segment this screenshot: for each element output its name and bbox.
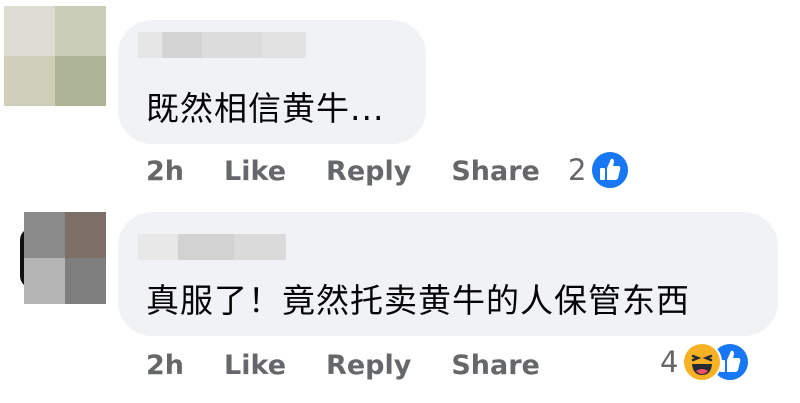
- avatar[interactable]: [24, 212, 106, 304]
- reaction-count: 2: [568, 153, 587, 187]
- timestamp[interactable]: 2h: [146, 156, 184, 187]
- avatar-pixel: [65, 212, 106, 258]
- avatar-pixel: [55, 6, 106, 56]
- reaction-count: 4: [660, 345, 679, 379]
- reaction-summary[interactable]: 4: [660, 342, 751, 382]
- reaction-summary[interactable]: 2: [568, 150, 631, 190]
- comment-text: 真服了！竟然托卖黄牛的人保管东西: [146, 281, 690, 320]
- comment-actions: 2h Like Reply Share: [146, 156, 580, 187]
- comment-bubble: 真服了！竟然托卖黄牛的人保管东西: [118, 212, 778, 336]
- comment-actions: 2h Like Reply Share: [146, 350, 580, 381]
- avatar-pixel: [24, 212, 65, 258]
- share-button[interactable]: Share: [451, 156, 540, 187]
- reply-button[interactable]: Reply: [326, 156, 411, 187]
- avatar-pixel: [4, 6, 55, 56]
- haha-icon: [682, 342, 723, 382]
- comment-text: 既然相信黄牛...: [146, 89, 385, 128]
- avatar[interactable]: [4, 6, 106, 106]
- comment-bubble: 既然相信黄牛...: [118, 20, 426, 144]
- share-button[interactable]: Share: [451, 350, 540, 381]
- like-icon: [590, 150, 631, 190]
- avatar-pixel: [65, 258, 106, 304]
- avatar-pixel: [4, 56, 55, 106]
- like-button[interactable]: Like: [224, 156, 286, 187]
- avatar-pixel: [55, 56, 106, 106]
- reply-button[interactable]: Reply: [326, 350, 411, 381]
- timestamp[interactable]: 2h: [146, 350, 184, 381]
- commenter-name-redacted[interactable]: [138, 32, 306, 58]
- commenter-name-redacted[interactable]: [138, 234, 286, 260]
- avatar-pixel: [24, 258, 65, 304]
- like-button[interactable]: Like: [224, 350, 286, 381]
